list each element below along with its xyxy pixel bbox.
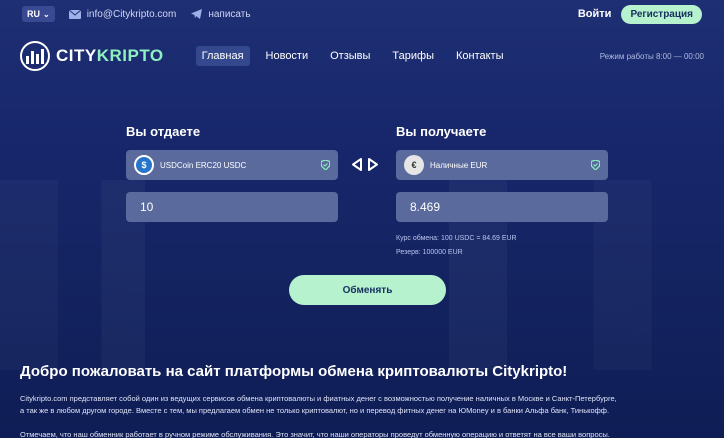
swap-currencies[interactable] <box>350 157 380 177</box>
shield-icon <box>591 160 600 170</box>
nav-item-news[interactable]: Новости <box>260 46 315 66</box>
page-title: Добро пожаловать на сайт платформы обмен… <box>20 363 568 380</box>
nav-item-home[interactable]: Главная <box>195 46 250 66</box>
get-title: Вы получаете <box>396 124 487 139</box>
logo-icon <box>20 41 50 71</box>
give-currency-select[interactable]: $ USDCoin ERC20 USDC <box>126 150 338 180</box>
exchange-rate: Курс обмена: 100 USDC = 84.69 EUR <box>396 235 517 242</box>
logo-text: CITYKRIPTO <box>56 46 164 65</box>
chevron-down-icon: ⌄ <box>43 9 50 19</box>
login-link[interactable]: Войти <box>578 8 612 20</box>
give-title: Вы отдаете <box>126 124 201 139</box>
working-hours: Режим работы 8:00 — 00:00 <box>599 51 704 61</box>
get-amount-input[interactable]: 8.469 <box>396 192 608 222</box>
get-currency-label: Наличные EUR <box>430 160 488 170</box>
usdc-coin-icon: $ <box>134 155 154 175</box>
intro-paragraph: Citykripto.com представляет собой один и… <box>20 393 710 417</box>
telegram-icon <box>190 9 203 20</box>
nav-item-tariffs[interactable]: Тарифы <box>386 46 440 66</box>
get-currency-select[interactable]: € Наличные EUR <box>396 150 608 180</box>
logo[interactable]: CITYKRIPTO <box>20 41 164 71</box>
arrow-left-icon <box>350 157 363 177</box>
telegram-text: написать <box>208 8 251 20</box>
register-button[interactable]: Регистрация <box>621 4 702 24</box>
language-label: RU <box>27 9 40 19</box>
email-text: info@Citykripto.com <box>86 8 177 20</box>
top-bar: RU ⌄ info@Citykripto.com написать Войти … <box>0 0 724 28</box>
give-amount-input[interactable]: 10 <box>126 192 338 222</box>
intro-line-2: а так же в любом другом городе. Вместе с… <box>20 406 610 415</box>
nav-item-reviews[interactable]: Отзывы <box>324 46 376 66</box>
exchange-button[interactable]: Обменять <box>289 275 446 305</box>
nav-item-contacts[interactable]: Контакты <box>450 46 510 66</box>
telegram-link[interactable]: написать <box>190 8 251 20</box>
language-selector[interactable]: RU ⌄ <box>22 6 55 22</box>
main-header: CITYKRIPTO Главная Новости Отзывы Тарифы… <box>0 36 724 76</box>
arrow-right-icon <box>367 157 380 177</box>
email-link[interactable]: info@Citykripto.com <box>69 8 177 20</box>
shield-icon <box>321 160 330 170</box>
main-nav: Главная Новости Отзывы Тарифы Контакты <box>195 46 510 66</box>
mail-icon <box>69 9 82 20</box>
cash-coin-icon: € <box>404 155 424 175</box>
intro-line-1: Citykripto.com представляет собой один и… <box>20 394 617 403</box>
give-currency-label: USDCoin ERC20 USDC <box>160 160 247 170</box>
manual-mode-paragraph: Отмечаем, что наш обменник работает в ру… <box>20 430 610 438</box>
reserve-amount: Резерв: 100000 EUR <box>396 249 463 256</box>
